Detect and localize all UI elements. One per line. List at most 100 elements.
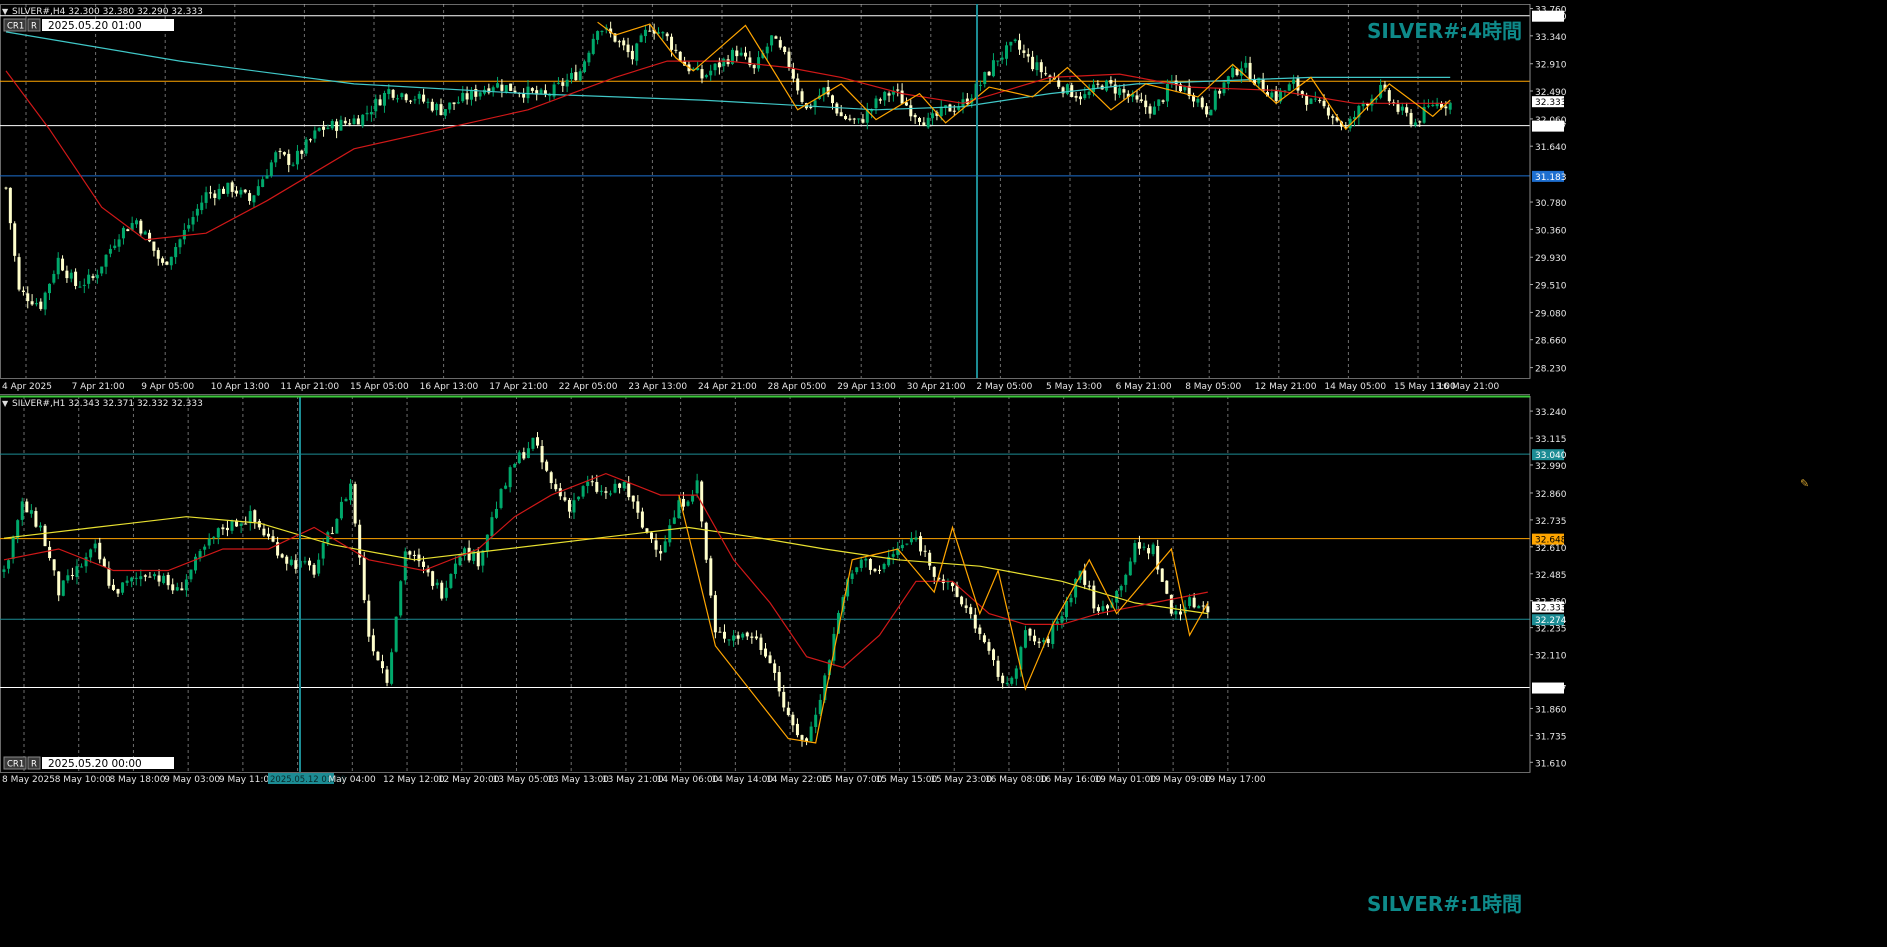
candle-body: [926, 117, 930, 128]
price-badge-label: 31.183: [1535, 173, 1567, 183]
candle-body: [982, 635, 986, 643]
candle: [587, 50, 591, 66]
candle-body: [111, 584, 115, 590]
candle: [674, 44, 678, 54]
candle: [1157, 99, 1161, 111]
candle: [17, 253, 21, 292]
candle-body: [704, 522, 708, 560]
candle-body: [1001, 675, 1005, 684]
candle: [668, 519, 672, 547]
candle-body: [805, 738, 809, 742]
candle: [1396, 99, 1400, 115]
candle-body: [171, 584, 175, 591]
candle-body: [608, 493, 612, 495]
candle-body: [248, 193, 252, 201]
time-tick-label: 6 May 21:00: [1116, 382, 1172, 392]
candle: [796, 73, 800, 95]
candle: [295, 144, 299, 170]
candle: [226, 182, 230, 197]
candle: [200, 195, 204, 215]
candle-body: [29, 510, 33, 514]
candle: [918, 116, 921, 126]
candle: [225, 520, 229, 537]
candle-body: [371, 635, 375, 652]
candle-body: [89, 549, 93, 558]
price-tick-label: 33.340: [1535, 33, 1567, 43]
candle: [80, 563, 84, 568]
time-tick-label: 16 May 08:00: [985, 775, 1047, 785]
candle-body: [1087, 91, 1091, 95]
candle: [1005, 41, 1008, 66]
candle: [739, 47, 743, 57]
candle-body: [1087, 585, 1091, 587]
candle-body: [596, 31, 600, 40]
candle-body: [1151, 544, 1155, 555]
candle: [52, 559, 56, 576]
candle: [230, 180, 234, 198]
candle-body: [230, 182, 234, 192]
candle-body: [469, 89, 473, 100]
candle-body: [1313, 98, 1317, 100]
candle: [208, 185, 212, 199]
candle: [718, 627, 722, 633]
candle: [1209, 109, 1213, 116]
candle: [408, 550, 412, 560]
chart-watermark: SILVER#:4時間: [1367, 19, 1522, 43]
candle-body: [156, 250, 160, 259]
candle: [56, 252, 60, 280]
candle: [717, 57, 721, 75]
candle-body: [848, 118, 852, 120]
candle: [461, 85, 465, 103]
candle-body: [93, 543, 97, 549]
r-button-label: R: [31, 760, 37, 770]
candle-body: [189, 569, 193, 580]
candle-body: [378, 99, 382, 106]
candle: [1200, 96, 1204, 110]
candle-body: [367, 600, 371, 637]
crosshair-date-label: 2025.05.20 01:00: [48, 20, 142, 32]
candle: [613, 479, 617, 494]
candle-body: [349, 483, 353, 501]
candle-body: [777, 672, 781, 692]
candle-body: [235, 190, 239, 194]
candle-body: [1106, 605, 1110, 609]
candle: [540, 440, 544, 470]
candle-body: [677, 500, 681, 519]
candle-body: [358, 524, 362, 558]
candle: [217, 183, 221, 201]
candle-body: [294, 560, 298, 569]
candle: [444, 580, 448, 601]
candle-body: [1405, 107, 1409, 113]
candle-body: [1192, 597, 1196, 608]
candle-body: [226, 182, 230, 194]
candle: [1028, 627, 1032, 641]
candle: [308, 557, 312, 571]
candle: [453, 556, 457, 579]
candle-body: [964, 605, 968, 609]
candle-body: [1109, 80, 1113, 84]
candle: [883, 90, 887, 106]
candle: [1400, 102, 1404, 115]
candle-body: [1257, 77, 1261, 84]
candle-body: [102, 558, 106, 567]
candle-body: [80, 566, 84, 568]
candle: [269, 159, 273, 178]
candle-body: [74, 271, 78, 286]
candle-body: [95, 274, 99, 279]
candle: [526, 441, 530, 459]
candle: [25, 498, 29, 513]
candle-body: [212, 536, 216, 538]
candle: [852, 117, 856, 125]
candle: [175, 582, 179, 592]
candle-body: [1426, 105, 1430, 107]
time-tick-label: May 04:00: [328, 775, 376, 785]
candle-body: [1018, 40, 1022, 50]
candle-body: [98, 542, 102, 560]
candle-body: [426, 101, 430, 103]
candle-body: [440, 582, 444, 599]
candle-body: [681, 498, 685, 507]
candle: [187, 218, 191, 232]
candle: [257, 518, 261, 530]
candle: [239, 520, 243, 534]
candle-body: [322, 126, 326, 130]
